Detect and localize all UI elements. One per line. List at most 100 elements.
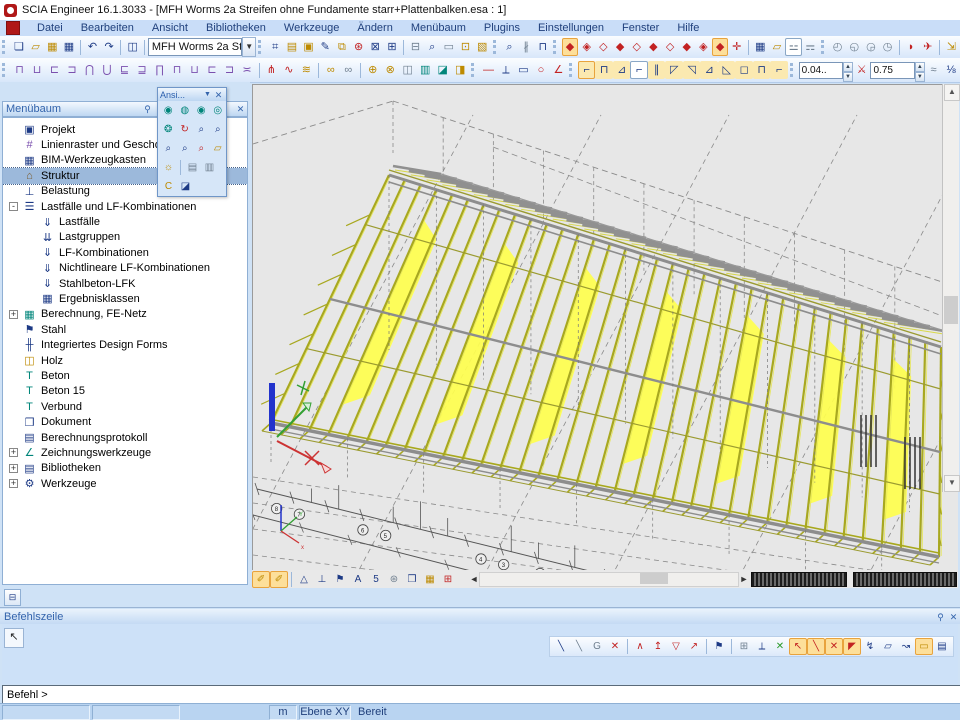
hscroll-right-icon[interactable]: ► (739, 574, 749, 584)
beam-tool-icon[interactable]: ⊏ (46, 61, 64, 79)
slab-tool-icon[interactable]: ⊒ (133, 61, 151, 79)
tree-expander[interactable] (9, 356, 18, 365)
link-tool-icon[interactable]: ∞ (340, 61, 358, 79)
opening-tool-icon[interactable]: ⊏ (203, 61, 221, 79)
toolbar-grip[interactable] (2, 40, 8, 54)
tree-expander[interactable] (27, 233, 36, 242)
close-icon[interactable]: ✕ (947, 611, 960, 623)
tree-item-beton15[interactable]: TBeton 15 (3, 384, 247, 399)
tree-expander[interactable] (9, 171, 18, 180)
pin-icon[interactable]: ⚲ (934, 611, 947, 623)
calc-results-icon[interactable]: ▦ (752, 38, 769, 56)
tree-expander[interactable] (9, 156, 18, 165)
purlin-tool-icon[interactable]: ⌐ (770, 61, 788, 79)
toolbar-grip[interactable] (569, 63, 575, 77)
snap-orthogonal-icon[interactable]: ◤ (843, 638, 861, 655)
delete-snap-icon[interactable]: ✕ (606, 638, 624, 655)
member-tool-icon[interactable]: ◇ (595, 38, 612, 56)
tree-expander[interactable] (9, 371, 18, 380)
document-view-icon[interactable]: ▭ (440, 38, 457, 56)
rib-tool-icon[interactable]: ⋃ (98, 61, 116, 79)
add-document-icon[interactable]: ⊡ (457, 38, 474, 56)
tree-item-lastfaelle[interactable]: ⇓Lastfälle (3, 214, 247, 229)
tree-expander[interactable]: + (9, 448, 18, 457)
show-grid-icon[interactable]: ⊞ (439, 571, 457, 588)
tree-item-werkzeuge[interactable]: +⚙Werkzeuge (3, 476, 247, 491)
tree-expander[interactable] (9, 341, 18, 350)
frame-tool-icon[interactable]: ∥ (648, 61, 666, 79)
member-tool-icon[interactable]: ◆ (712, 38, 729, 56)
print-preview-icon[interactable]: ⌕ (424, 38, 441, 56)
snap-midpoint-icon[interactable]: ╲ (807, 638, 825, 655)
tree-expander[interactable] (9, 125, 18, 134)
close-icon[interactable]: ✕ (213, 89, 224, 101)
tree-expander[interactable]: + (9, 479, 18, 488)
toggle-17-icon[interactable]: ⚍ (785, 38, 802, 56)
view-top-icon[interactable]: ◎ (210, 102, 227, 119)
tree-expander[interactable] (27, 248, 36, 257)
disconnect-tool-icon[interactable]: ⊗ (381, 61, 399, 79)
printer-icon[interactable]: ⊟ (407, 38, 424, 56)
export-icon[interactable]: ⇲ (943, 38, 960, 56)
snap-step-stepper[interactable]: ▲▼ (843, 62, 853, 79)
support-tool-icon[interactable]: ∿ (280, 61, 298, 79)
slab-tool-icon[interactable]: ⊑ (116, 61, 134, 79)
menu-einstellungen[interactable]: Einstellungen (529, 22, 613, 34)
units-status[interactable]: m (269, 705, 297, 720)
panel-tab-button[interactable]: ⊟ (4, 589, 21, 606)
fast-render-icon[interactable]: ✐ (252, 571, 270, 588)
measure-icon[interactable]: ∦ (518, 38, 535, 56)
viewport-hscrollbar[interactable] (479, 572, 739, 587)
tree-expander[interactable] (9, 187, 18, 196)
open-results-icon[interactable]: ▱ (769, 38, 786, 56)
member-tool-icon[interactable]: ◇ (628, 38, 645, 56)
show-supports-icon[interactable]: △ (295, 571, 313, 588)
tree-item-stahlbeton-lfk[interactable]: ⇓Stahlbeton-LFK (3, 276, 247, 291)
render-mode-icon[interactable]: ✐ (270, 571, 288, 588)
units-icon[interactable]: ⌗ (267, 38, 284, 56)
snap-point-icon[interactable]: ✕ (771, 638, 789, 655)
tree-expander[interactable] (27, 294, 36, 303)
rotate-view-icon[interactable]: ◷ (879, 38, 896, 56)
scroll-down-icon[interactable]: ▼ (944, 475, 960, 492)
menu-ansicht[interactable]: Ansicht (143, 22, 197, 34)
render-icon[interactable]: ◗ (903, 38, 920, 56)
line-tool-icon[interactable]: — (480, 61, 498, 79)
zoom-out-icon[interactable]: ⌕ (210, 121, 227, 138)
save-as-icon[interactable]: ▦ (61, 38, 78, 56)
command-input[interactable] (2, 685, 960, 704)
truss-tool-icon[interactable]: ◹ (683, 61, 701, 79)
show-document-icon[interactable]: ❒ (403, 571, 421, 588)
vscroll-thumb[interactable] (944, 296, 958, 324)
view-3d-icon[interactable]: ◉ (160, 102, 177, 119)
view-cube-icon[interactable]: ◪ (177, 178, 194, 195)
plate-tool-icon[interactable]: ≍ (238, 61, 256, 79)
grid-icon[interactable]: ⊞ (384, 38, 401, 56)
print-setup-icon[interactable]: ▥ (201, 159, 218, 176)
tree-item-stahl[interactable]: ⚑Stahl (3, 322, 247, 337)
project-combo[interactable]: MFH Worms 2a Str (148, 38, 242, 56)
column-tool-icon[interactable]: ⊔ (28, 61, 46, 79)
tree-item-berechnung[interactable]: +▦Berechnung, FE-Netz (3, 307, 247, 322)
step-up-icon[interactable]: ▲ (915, 62, 925, 72)
move-node-icon[interactable]: ✛ (728, 38, 745, 56)
model-viewport[interactable]: 87654321Yx (252, 84, 944, 572)
plate-tool-icon[interactable]: ⊐ (221, 61, 239, 79)
up-snap-icon[interactable]: ↥ (649, 638, 667, 655)
toolbar-grip[interactable] (2, 63, 8, 77)
show-labels-icon[interactable]: A (349, 571, 367, 588)
wave-display-icon[interactable]: ≈ (925, 61, 943, 79)
angle-tool-icon[interactable]: ∠ (550, 61, 568, 79)
tree-item-zeichnungswerkzeuge[interactable]: +∠Zeichnungswerkzeuge (3, 445, 247, 460)
line-snap-icon[interactable]: ╲ (570, 638, 588, 655)
display-scale-field[interactable]: 0.75 (870, 62, 914, 79)
snap-endpoint-icon[interactable]: ↖ (789, 638, 807, 655)
toggle-07-icon[interactable]: ⚎ (802, 38, 819, 56)
toolbar-grip[interactable] (790, 63, 796, 77)
connect-tool-icon[interactable]: ⊕ (364, 61, 382, 79)
section-tool-icon[interactable]: ◫ (399, 61, 417, 79)
tree-expander[interactable]: + (9, 464, 18, 473)
view-side-icon[interactable]: ◉ (193, 102, 210, 119)
opening-tool-icon[interactable]: ⊔ (186, 61, 204, 79)
member-tool-icon[interactable]: ◈ (695, 38, 712, 56)
